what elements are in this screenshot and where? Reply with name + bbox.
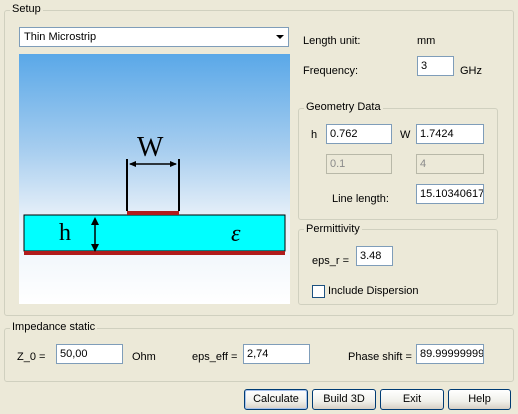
length-unit-label: Length unit:	[303, 35, 361, 47]
geometry-w-label: W	[400, 129, 411, 141]
setup-title: Setup	[10, 3, 43, 15]
eps-r-input[interactable]: 3.48	[356, 246, 393, 266]
chevron-down-icon[interactable]	[271, 28, 288, 46]
geometry-w-input[interactable]: 1.7424	[416, 124, 484, 144]
geometry-disabled-field-2: 4	[416, 154, 484, 174]
z0-unit: Ohm	[132, 351, 156, 363]
help-button[interactable]: Help	[448, 389, 511, 410]
microstrip-cross-section	[23, 159, 286, 255]
microstrip-diagram: W h ε	[19, 54, 290, 304]
frequency-unit: GHz	[460, 65, 482, 77]
permittivity-symbol: ε	[231, 221, 241, 247]
frequency-label: Frequency:	[303, 65, 359, 77]
line-length-input[interactable]: 15.10340617	[416, 184, 484, 204]
build-3d-button[interactable]: Build 3D	[312, 389, 376, 410]
eps-r-label: eps_r =	[312, 255, 349, 267]
permittivity-title: Permittivity	[304, 223, 362, 235]
width-arrow-right-head	[170, 161, 177, 167]
phase-shift-label: Phase shift =	[348, 351, 412, 363]
exit-button[interactable]: Exit	[380, 389, 444, 410]
phase-shift-input[interactable]: 89.99999999	[416, 344, 484, 364]
calculate-button[interactable]: Calculate	[244, 389, 308, 410]
include-dispersion-label: Include Dispersion	[328, 285, 419, 297]
geometry-title: Geometry Data	[304, 101, 383, 113]
geometry-h-label: h	[311, 129, 318, 141]
strip-conductor	[127, 211, 179, 215]
ground-plane	[24, 251, 285, 255]
height-symbol: h	[59, 220, 71, 246]
frequency-input[interactable]: 3	[417, 56, 454, 76]
length-unit-value: mm	[417, 35, 436, 47]
width-arrow-left-head	[129, 161, 136, 167]
line-type-dropdown[interactable]: Thin Microstrip	[19, 27, 289, 47]
geometry-disabled-field-1: 0.1	[326, 154, 392, 174]
line-length-label: Line length:	[332, 193, 389, 205]
width-symbol: W	[137, 132, 164, 163]
eps-eff-input[interactable]: 2,74	[243, 344, 310, 364]
include-dispersion-checkbox[interactable]	[312, 285, 325, 298]
z0-label: Z_0 =	[17, 351, 46, 363]
z0-input[interactable]: 50,00	[56, 344, 123, 364]
geometry-h-input[interactable]: 0.762	[326, 124, 392, 144]
line-type-value: Thin Microstrip	[24, 31, 97, 43]
impedance-title: Impedance static	[10, 321, 98, 333]
eps-eff-label: eps_eff =	[192, 351, 238, 363]
